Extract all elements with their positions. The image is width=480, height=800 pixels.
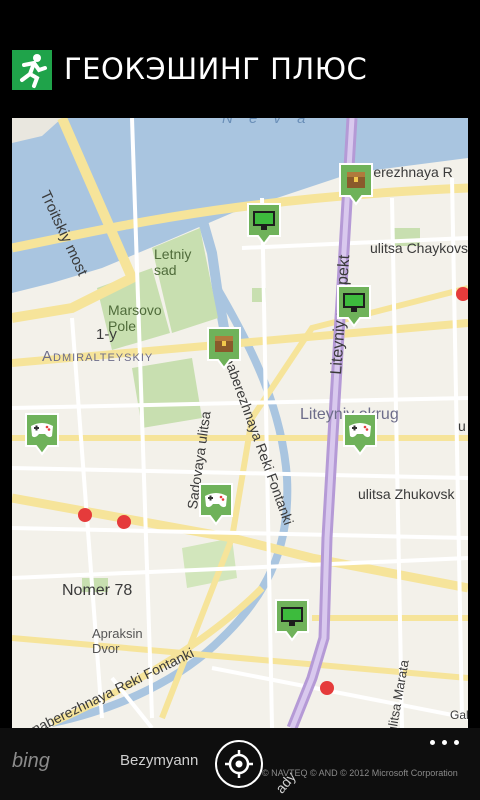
cache-marker-gamepad[interactable] xyxy=(24,412,60,458)
location-target-icon[interactable] xyxy=(215,740,263,788)
cache-marker-monitor[interactable] xyxy=(274,598,310,644)
nomer78-label: Nomer 78 xyxy=(62,582,133,599)
bezymyann-label: Bezymyann xyxy=(120,752,199,769)
ulitsa-zhukovsk-label: ulitsa Zhukovsk xyxy=(358,486,455,502)
more-dots-icon[interactable] xyxy=(428,736,462,750)
map-view[interactable]: N e v a Troitskiy most Letniy sad Marsov… xyxy=(12,118,468,728)
map-attribution: © NAVTEQ © AND © 2012 Microsoft Corporat… xyxy=(262,768,458,778)
cache-marker-gamepad[interactable] xyxy=(342,412,378,458)
cache-marker-monitor[interactable] xyxy=(336,284,372,330)
running-man-icon xyxy=(12,50,52,90)
bing-logo: bing xyxy=(12,750,50,772)
cache-marker-gamepad[interactable] xyxy=(198,482,234,528)
river-label: N e v a xyxy=(222,118,312,127)
one-y-label: 1-y xyxy=(96,326,117,343)
apraksin-label: Apraksin Dvor xyxy=(92,626,143,656)
ulitsa-chaykovs-label: ulitsa Chaykovs xyxy=(370,240,468,256)
admiralteyskiy-label: Admiralteyskiy xyxy=(42,348,154,365)
letniy-sad-label: Letniy sad xyxy=(154,246,192,278)
app-title: ГЕОКЭШИНГ ПЛЮС xyxy=(64,52,368,86)
gal-label: Gal xyxy=(450,708,468,722)
u-label: u xyxy=(458,418,466,434)
cache-marker-monitor[interactable] xyxy=(246,202,282,248)
app-header: ГЕОКЭШИНГ ПЛЮС xyxy=(0,0,480,118)
cache-marker-treasure-chest[interactable] xyxy=(338,162,374,208)
cache-marker-treasure-chest[interactable] xyxy=(206,326,242,372)
